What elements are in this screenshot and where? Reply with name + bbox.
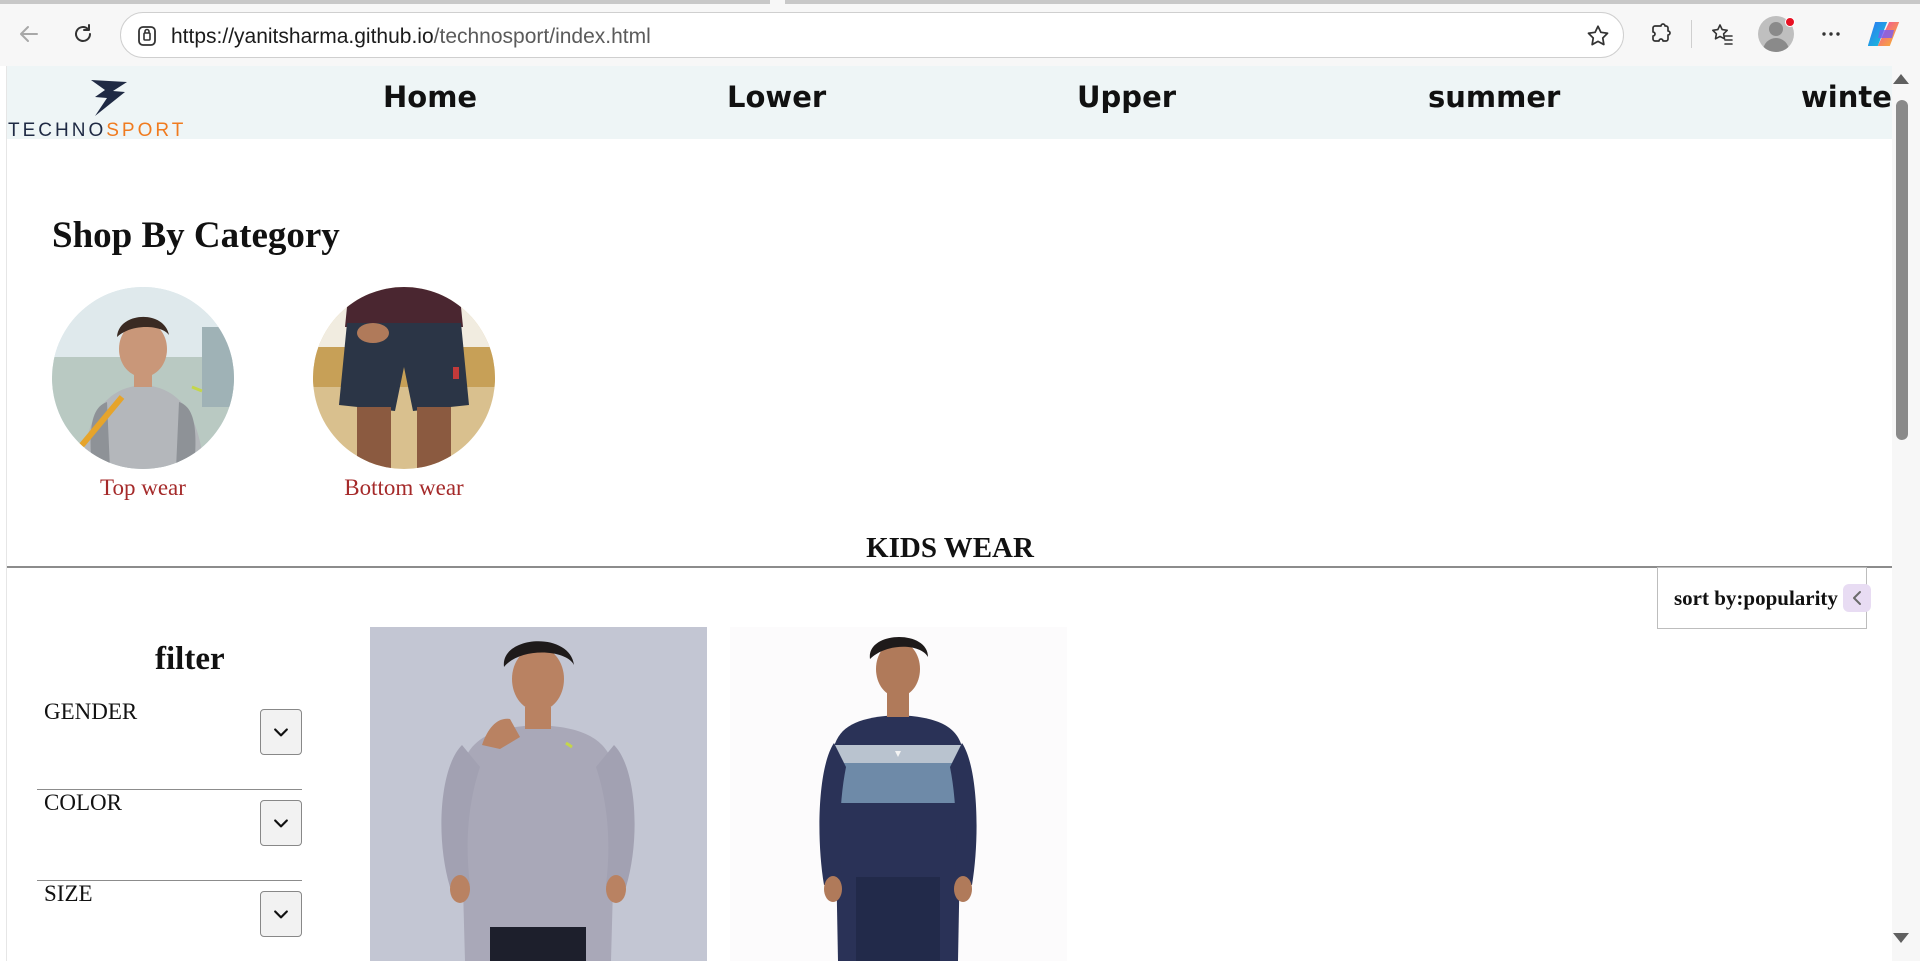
favorites-icon — [1712, 24, 1733, 45]
filter-label-gender: GENDER — [44, 699, 138, 724]
product-card-image[interactable] — [730, 627, 1067, 961]
url-host: https://yanitsharma.github.io — [171, 25, 434, 48]
refresh-button[interactable] — [64, 15, 102, 53]
filter-group-size: SIZE — [37, 881, 302, 961]
favorites-button[interactable] — [1703, 15, 1741, 53]
address-bar[interactable]: https://yanitsharma.github.io/technospor… — [120, 12, 1624, 58]
site-header: TECHNOSPORT Home Lower Upper summer wint… — [7, 66, 1892, 141]
filter-group-color: COLOR — [37, 790, 302, 881]
lock-icon[interactable] — [135, 24, 159, 48]
url-text[interactable]: https://yanitsharma.github.io/technospor… — [171, 25, 651, 49]
chevron-down-icon — [274, 819, 288, 828]
product-card-image[interactable] — [370, 627, 707, 961]
nav-home[interactable]: Home — [383, 80, 477, 114]
extensions-icon — [1652, 23, 1671, 42]
sort-dropdown[interactable]: sort by:popularity — [1657, 567, 1867, 629]
product-photo-navy-striped-tshirt — [730, 627, 1067, 961]
scroll-up-arrow-icon[interactable] — [1893, 74, 1909, 84]
toolbar-divider — [1691, 20, 1692, 48]
category-image-top-wear[interactable] — [52, 287, 234, 469]
chevron-left-icon — [1853, 591, 1861, 605]
star-icon[interactable] — [1585, 23, 1611, 49]
nav-lower[interactable]: Lower — [727, 80, 826, 114]
chevron-down-icon — [274, 728, 288, 737]
more-button[interactable] — [1812, 15, 1850, 53]
filter-expand-gender-button[interactable] — [260, 709, 302, 755]
filter-label-size: SIZE — [44, 881, 93, 906]
filter-expand-size-button[interactable] — [260, 891, 302, 937]
tab-strip — [0, 0, 770, 4]
nav-summer[interactable]: summer — [1428, 80, 1560, 114]
page-viewport: TECHNOSPORT Home Lower Upper summer wint… — [6, 66, 1892, 961]
filter-title: filter — [155, 641, 225, 677]
section-divider — [7, 566, 1892, 568]
top-wear-photo — [52, 287, 234, 469]
browser-toolbar: https://yanitsharma.github.io/technospor… — [0, 0, 1920, 66]
category-label-top-wear[interactable]: Top wear — [43, 475, 243, 501]
technosport-logo[interactable]: TECHNOSPORT — [7, 76, 211, 141]
logo-mark-icon — [91, 80, 127, 116]
sort-label: sort by:popularity — [1674, 586, 1838, 610]
category-label-bottom-wear[interactable]: Bottom wear — [304, 475, 504, 501]
filter-expand-color-button[interactable] — [260, 800, 302, 846]
url-path: /technosport/index.html — [433, 25, 651, 48]
filter-group-gender: GENDER — [37, 699, 302, 790]
avatar-head — [1769, 22, 1783, 36]
logo-text-sport: SPORT — [106, 120, 187, 141]
scrollbar-thumb[interactable] — [1896, 100, 1908, 440]
bottom-wear-photo — [313, 287, 495, 469]
avatar-body — [1763, 38, 1789, 52]
more-icon — [1822, 32, 1840, 36]
nav-upper[interactable]: Upper — [1077, 80, 1176, 114]
scroll-down-arrow-icon[interactable] — [1893, 933, 1909, 943]
chevron-down-icon — [274, 910, 288, 919]
kids-wear-title: KIDS WEAR — [866, 532, 1034, 564]
filter-label-color: COLOR — [44, 790, 122, 815]
product-photo-grey-tshirt — [370, 627, 707, 961]
shop-by-category-heading: Shop By Category — [52, 215, 340, 256]
notification-dot — [1785, 17, 1795, 27]
nav-winter[interactable]: winter — [1801, 80, 1892, 114]
back-arrow-icon — [20, 26, 38, 42]
logo-text: TECHNOSPORT — [8, 120, 186, 142]
refresh-icon — [75, 24, 91, 42]
tab-strip — [785, 0, 1920, 4]
copilot-icon[interactable] — [1868, 16, 1904, 52]
category-image-bottom-wear[interactable] — [313, 287, 495, 469]
logo-text-techno: TECHNO — [8, 120, 107, 141]
extensions-button[interactable] — [1642, 15, 1680, 53]
back-button[interactable] — [10, 15, 48, 53]
